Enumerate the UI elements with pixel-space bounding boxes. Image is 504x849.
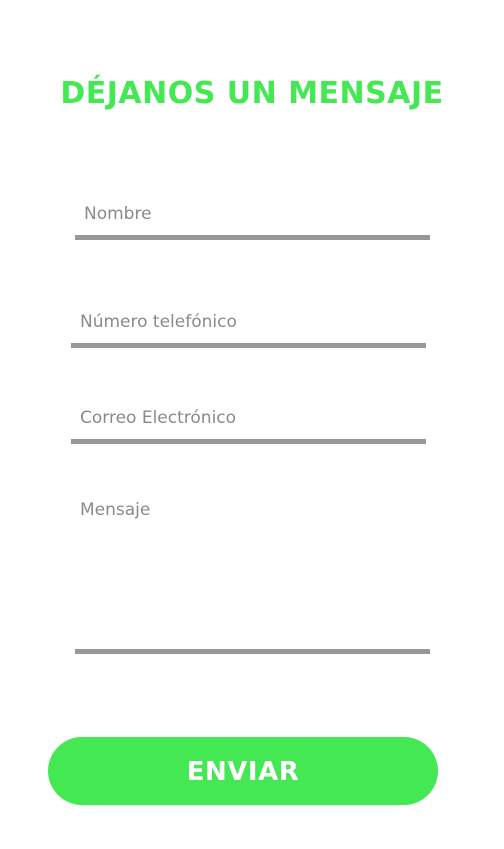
email-field[interactable]: Correo Electrónico (71, 394, 426, 444)
name-placeholder: Nombre (84, 204, 152, 224)
message-textarea[interactable]: Mensaje (75, 486, 430, 654)
phone-placeholder: Número telefónico (80, 312, 237, 332)
name-field[interactable]: Nombre (75, 190, 430, 240)
message-placeholder: Mensaje (80, 500, 151, 520)
email-placeholder: Correo Electrónico (80, 408, 237, 428)
contact-form-page: DÉJANOS UN MENSAJE Nombre Número telefón… (0, 0, 504, 849)
send-button[interactable]: ENVIAR (48, 737, 438, 805)
page-title: DÉJANOS UN MENSAJE (60, 76, 444, 111)
phone-field[interactable]: Número telefónico (71, 298, 426, 348)
